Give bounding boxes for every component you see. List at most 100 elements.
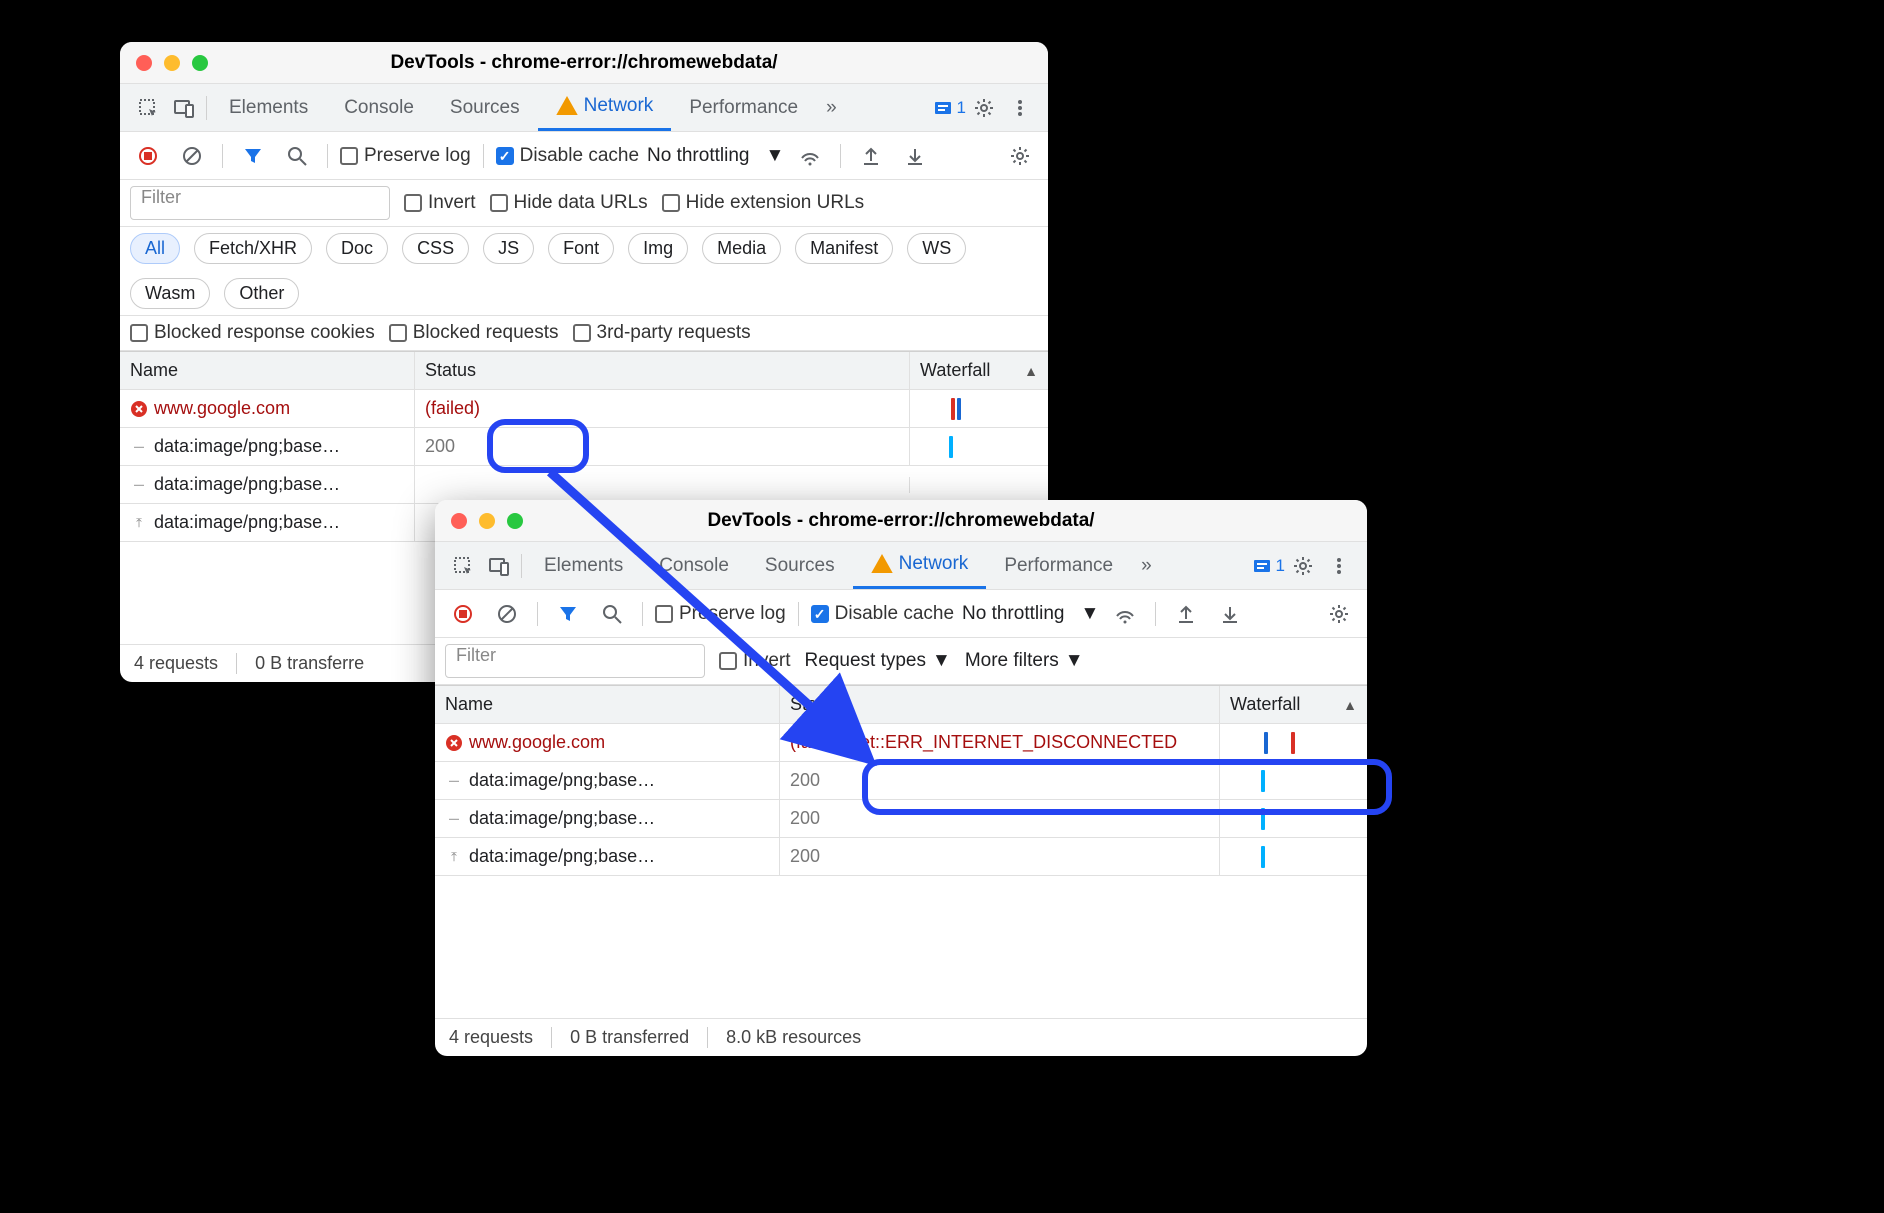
col-name[interactable]: Name bbox=[120, 352, 415, 389]
preserve-log-checkbox[interactable]: Preserve log bbox=[340, 145, 471, 167]
blocked-cookies-checkbox[interactable]: Blocked response cookies bbox=[130, 322, 375, 344]
network-settings-icon[interactable] bbox=[1002, 138, 1038, 174]
hide-ext-urls-checkbox[interactable]: Hide extension URLs bbox=[662, 192, 864, 214]
disable-cache-checkbox[interactable]: Disable cache bbox=[496, 145, 639, 167]
divider bbox=[222, 144, 223, 168]
record-button[interactable] bbox=[445, 596, 481, 632]
chip-all[interactable]: All bbox=[130, 233, 180, 264]
table-row[interactable]: –data:image/png;base…200 bbox=[120, 428, 1048, 466]
network-conditions-icon[interactable] bbox=[792, 138, 828, 174]
settings-icon[interactable] bbox=[1285, 548, 1321, 584]
tab-network[interactable]: Network bbox=[853, 542, 987, 589]
tab-performance[interactable]: Performance bbox=[671, 84, 816, 131]
chip-ws[interactable]: WS bbox=[907, 233, 966, 264]
settings-icon[interactable] bbox=[966, 90, 1002, 126]
upload-icon[interactable] bbox=[853, 138, 889, 174]
resources-size: 8.0 kB resources bbox=[707, 1027, 861, 1048]
chip-wasm[interactable]: Wasm bbox=[130, 278, 210, 309]
tab-network[interactable]: Network bbox=[538, 84, 672, 131]
network-conditions-icon[interactable] bbox=[1107, 596, 1143, 632]
hide-data-urls-checkbox[interactable]: Hide data URLs bbox=[490, 192, 648, 214]
tabs-overflow[interactable]: » bbox=[816, 84, 847, 131]
devtools-tabs: Elements Console Sources Network Perform… bbox=[120, 84, 1048, 132]
chip-media[interactable]: Media bbox=[702, 233, 781, 264]
close-dot[interactable] bbox=[451, 513, 467, 529]
minimize-dot[interactable] bbox=[164, 55, 180, 71]
issues-count: 1 bbox=[1276, 556, 1285, 576]
clear-button[interactable] bbox=[489, 596, 525, 632]
invert-checkbox[interactable]: Invert bbox=[719, 650, 791, 672]
filter-icon[interactable] bbox=[550, 596, 586, 632]
request-types-select[interactable]: Request types ▼ bbox=[805, 650, 951, 672]
tab-console[interactable]: Console bbox=[641, 542, 747, 589]
tab-console[interactable]: Console bbox=[326, 84, 432, 131]
table-row[interactable]: www.google.com(failed) bbox=[120, 390, 1048, 428]
tab-sources[interactable]: Sources bbox=[747, 542, 853, 589]
col-status[interactable]: Status bbox=[415, 352, 910, 389]
download-icon[interactable] bbox=[1212, 596, 1248, 632]
table-header: Name Status Waterfall ▲ bbox=[120, 352, 1048, 390]
more-filters-select[interactable]: More filters ▼ bbox=[965, 650, 1084, 672]
row-status-icon: – bbox=[445, 810, 463, 828]
tabs-overflow[interactable]: » bbox=[1131, 542, 1162, 589]
record-button[interactable] bbox=[130, 138, 166, 174]
tab-sources[interactable]: Sources bbox=[432, 84, 538, 131]
issues-badge[interactable]: 1 bbox=[1252, 556, 1285, 576]
table-header: Name Status Waterfall ▲ bbox=[435, 686, 1367, 724]
throttling-select[interactable]: No throttling ▼ bbox=[647, 145, 784, 167]
download-icon[interactable] bbox=[897, 138, 933, 174]
upload-icon[interactable] bbox=[1168, 596, 1204, 632]
chip-fetch-xhr[interactable]: Fetch/XHR bbox=[194, 233, 312, 264]
blocked-requests-checkbox[interactable]: Blocked requests bbox=[389, 322, 559, 344]
chip-font[interactable]: Font bbox=[548, 233, 614, 264]
col-waterfall[interactable]: Waterfall ▲ bbox=[910, 352, 1048, 389]
maximize-dot[interactable] bbox=[192, 55, 208, 71]
tab-performance[interactable]: Performance bbox=[986, 542, 1131, 589]
inspect-element-icon[interactable] bbox=[445, 548, 481, 584]
search-icon[interactable] bbox=[279, 138, 315, 174]
filter-input[interactable]: Filter bbox=[445, 644, 705, 678]
table-row[interactable]: –data:image/png;base…200 bbox=[435, 800, 1367, 838]
request-name: www.google.com bbox=[469, 732, 605, 753]
network-settings-icon[interactable] bbox=[1321, 596, 1357, 632]
close-dot[interactable] bbox=[136, 55, 152, 71]
clear-button[interactable] bbox=[174, 138, 210, 174]
col-waterfall[interactable]: Waterfall ▲ bbox=[1220, 686, 1367, 723]
devtools-tabs: Elements Console Sources Network Perform… bbox=[435, 542, 1367, 590]
chip-manifest[interactable]: Manifest bbox=[795, 233, 893, 264]
filter-icon[interactable] bbox=[235, 138, 271, 174]
preserve-log-checkbox[interactable]: Preserve log bbox=[655, 603, 786, 625]
checkbox-icon bbox=[340, 147, 358, 165]
chip-js[interactable]: JS bbox=[483, 233, 534, 264]
table-row[interactable]: –data:image/png;base…200 bbox=[435, 762, 1367, 800]
chip-other[interactable]: Other bbox=[224, 278, 299, 309]
col-status[interactable]: Status bbox=[780, 686, 1220, 723]
table-row[interactable]: ⤒data:image/png;base…200 bbox=[435, 838, 1367, 876]
row-status-icon: – bbox=[130, 476, 148, 494]
network-toolbar: Preserve log Disable cache No throttling… bbox=[435, 590, 1367, 638]
chevron-down-icon: ▼ bbox=[765, 145, 784, 167]
minimize-dot[interactable] bbox=[479, 513, 495, 529]
col-name[interactable]: Name bbox=[435, 686, 780, 723]
window-title: DevTools - chrome-error://chromewebdata/ bbox=[120, 52, 1048, 74]
chip-img[interactable]: Img bbox=[628, 233, 688, 264]
filter-input[interactable]: Filter bbox=[130, 186, 390, 220]
tab-elements[interactable]: Elements bbox=[211, 84, 326, 131]
third-party-checkbox[interactable]: 3rd-party requests bbox=[573, 322, 751, 344]
invert-checkbox[interactable]: Invert bbox=[404, 192, 476, 214]
chip-css[interactable]: CSS bbox=[402, 233, 469, 264]
device-toolbar-icon[interactable] bbox=[166, 90, 202, 126]
inspect-element-icon[interactable] bbox=[130, 90, 166, 126]
chip-doc[interactable]: Doc bbox=[326, 233, 388, 264]
more-icon[interactable] bbox=[1321, 548, 1357, 584]
maximize-dot[interactable] bbox=[507, 513, 523, 529]
disable-cache-checkbox[interactable]: Disable cache bbox=[811, 603, 954, 625]
issues-badge[interactable]: 1 bbox=[933, 98, 966, 118]
device-toolbar-icon[interactable] bbox=[481, 548, 517, 584]
throttling-select[interactable]: No throttling ▼ bbox=[962, 603, 1099, 625]
more-icon[interactable] bbox=[1002, 90, 1038, 126]
table-row[interactable]: www.google.com(failed) net::ERR_INTERNET… bbox=[435, 724, 1367, 762]
search-icon[interactable] bbox=[594, 596, 630, 632]
table-row[interactable]: –data:image/png;base… bbox=[120, 466, 1048, 504]
tab-elements[interactable]: Elements bbox=[526, 542, 641, 589]
